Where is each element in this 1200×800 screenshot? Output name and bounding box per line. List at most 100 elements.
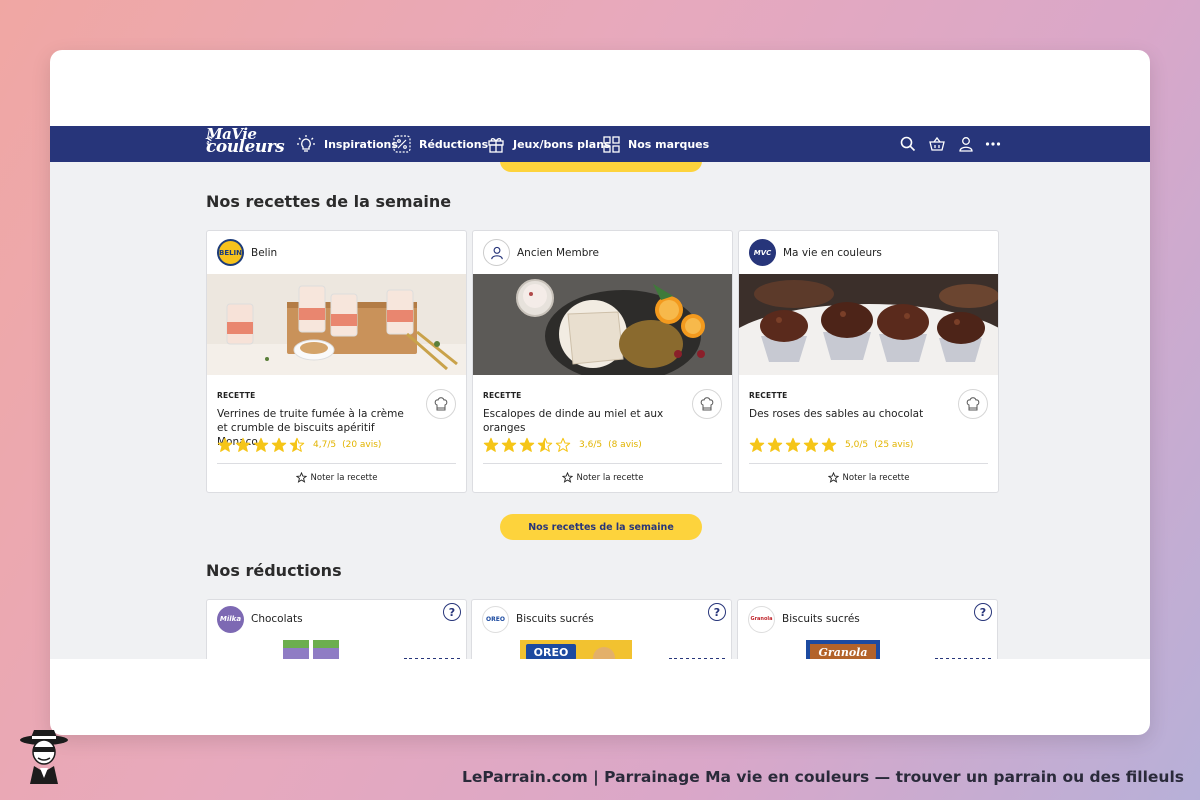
star-outline-icon bbox=[561, 472, 573, 483]
card-divider bbox=[483, 463, 722, 464]
help-icon[interactable]: ? bbox=[443, 603, 461, 621]
granola-product-image: Granola bbox=[806, 640, 880, 659]
discount-category: Biscuits sucrés bbox=[516, 613, 594, 625]
help-icon[interactable]: ? bbox=[708, 603, 726, 621]
discount-card[interactable]: Granola Biscuits sucrés ? Granola bbox=[737, 599, 998, 659]
rate-recipe-link[interactable]: Noter la recette bbox=[473, 472, 732, 483]
star-empty-icon bbox=[555, 437, 571, 452]
star-full-icon bbox=[767, 437, 783, 452]
discount-category: Chocolats bbox=[251, 613, 303, 625]
card-header: Granola Biscuits sucrés bbox=[738, 600, 997, 638]
star-full-icon bbox=[235, 437, 251, 452]
star-rating bbox=[483, 437, 573, 453]
star-full-icon bbox=[501, 437, 517, 452]
nav-jeux-label: Jeux/bons plans bbox=[513, 137, 611, 151]
card-divider bbox=[749, 463, 988, 464]
rating-count: (8 avis) bbox=[608, 440, 642, 450]
top-navbar: en MaVie couleurs Inspirations Réduction… bbox=[50, 126, 1150, 162]
rating-count: (25 avis) bbox=[874, 440, 914, 450]
user-icon[interactable] bbox=[958, 136, 974, 152]
card-body: RECETTE Verrines de truite fumée à la cr… bbox=[207, 375, 466, 483]
help-icon[interactable]: ? bbox=[974, 603, 992, 621]
card-divider bbox=[217, 463, 456, 464]
star-full-icon bbox=[271, 437, 287, 452]
discount-card[interactable]: OREO Biscuits sucrés ? OREO bbox=[471, 599, 732, 659]
rate-recipe-label: Noter la recette bbox=[310, 472, 378, 483]
recipe-card[interactable]: MVC Ma vie en couleurs RECETTE Des roses… bbox=[738, 230, 999, 493]
recipe-card[interactable]: BELIN Belin RECETTE Verrines de truite f… bbox=[206, 230, 467, 493]
rating-text: 3,6/5 (8 avis) bbox=[579, 440, 642, 450]
star-rating bbox=[749, 437, 839, 453]
leparrain-mascot-logo bbox=[20, 730, 68, 784]
rate-recipe-link[interactable]: Noter la recette bbox=[207, 472, 466, 483]
card-kind: RECETTE bbox=[749, 391, 788, 400]
milka-logo: Milka bbox=[217, 605, 244, 633]
star-full-icon bbox=[749, 437, 765, 452]
recipe-title[interactable]: Des roses des sables au chocolat bbox=[749, 407, 944, 421]
star-half-icon bbox=[537, 437, 553, 452]
nav-actions bbox=[900, 126, 1001, 162]
star-half-icon bbox=[289, 437, 305, 452]
star-full-icon bbox=[803, 437, 819, 452]
rating-score: 4,7/5 bbox=[313, 440, 337, 450]
card-author: Ancien Membre bbox=[517, 246, 599, 259]
star-full-icon bbox=[253, 437, 269, 452]
nav-reductions[interactable]: Réductions bbox=[393, 126, 488, 162]
rating-text: 4,7/5 (20 avis) bbox=[313, 440, 381, 450]
rating-count: (20 avis) bbox=[342, 440, 382, 450]
site-logo[interactable]: en MaVie couleurs bbox=[203, 126, 285, 162]
page-caption: LeParrain.com | Parrainage Ma vie en cou… bbox=[461, 768, 1184, 786]
card-kind: RECETTE bbox=[217, 391, 256, 400]
star-full-icon bbox=[217, 437, 233, 452]
star-full-icon bbox=[519, 437, 535, 452]
user-avatar-icon bbox=[483, 239, 510, 266]
star-full-icon bbox=[821, 437, 837, 452]
rating-score: 3,6/5 bbox=[579, 440, 603, 450]
oreo-pack-text: OREO bbox=[534, 646, 569, 659]
card-author: Ma vie en couleurs bbox=[783, 246, 882, 259]
main-content: Nos recettes de la semaine BELIN Belin R… bbox=[50, 162, 1150, 659]
mvc-logo: MVC bbox=[749, 239, 776, 266]
recipes-section-title: Nos recettes de la semaine bbox=[206, 192, 452, 211]
nav-marques-label: Nos marques bbox=[628, 137, 710, 151]
price-peek bbox=[404, 658, 460, 659]
card-author: Belin bbox=[251, 246, 278, 259]
basket-icon[interactable] bbox=[929, 136, 945, 152]
chef-hat-icon bbox=[692, 389, 722, 419]
rate-recipe-label: Noter la recette bbox=[576, 472, 644, 483]
search-icon[interactable] bbox=[900, 136, 916, 152]
rate-recipe-link[interactable]: Noter la recette bbox=[739, 472, 998, 483]
recipe-title[interactable]: Escalopes de dinde au miel et aux orange… bbox=[483, 407, 678, 435]
card-header: Milka Chocolats bbox=[207, 600, 466, 638]
granola-logo: Granola bbox=[748, 605, 775, 633]
browser-frame: en MaVie couleurs Inspirations Réduction… bbox=[50, 50, 1150, 735]
recipe-image-verrines[interactable] bbox=[207, 274, 466, 375]
belin-logo: BELIN bbox=[217, 239, 244, 266]
recipe-image-escalopes[interactable] bbox=[473, 274, 732, 375]
star-full-icon bbox=[785, 437, 801, 452]
discount-card[interactable]: Milka Chocolats ? bbox=[206, 599, 467, 659]
chef-hat-icon bbox=[958, 389, 988, 419]
nav-jeux[interactable]: Jeux/bons plans bbox=[487, 126, 611, 162]
rate-recipe-label: Noter la recette bbox=[842, 472, 910, 483]
card-header: BELIN Belin bbox=[207, 231, 466, 274]
weekly-recipes-button[interactable]: Nos recettes de la semaine bbox=[500, 514, 702, 540]
rating-row: 5,0/5 (25 avis) bbox=[749, 437, 913, 453]
nav-inspirations[interactable]: Inspirations bbox=[296, 126, 398, 162]
recipe-image-roses-des-sables[interactable] bbox=[739, 274, 998, 375]
recipe-card[interactable]: Ancien Membre RECETTE Escalopes de dinde… bbox=[472, 230, 733, 493]
nav-marques[interactable]: Nos marques bbox=[603, 126, 709, 162]
card-kind: RECETTE bbox=[483, 391, 522, 400]
more-icon[interactable] bbox=[985, 136, 1001, 152]
chef-hat-icon bbox=[426, 389, 456, 419]
discounts-section-title: Nos réductions bbox=[206, 561, 342, 580]
oreo-product-image: OREO bbox=[520, 640, 632, 659]
star-rating bbox=[217, 437, 307, 453]
star-outline-icon bbox=[827, 472, 839, 483]
star-outline-icon bbox=[295, 472, 307, 483]
rating-score: 5,0/5 bbox=[845, 440, 869, 450]
previous-section-button[interactable] bbox=[500, 162, 702, 172]
price-peek bbox=[935, 658, 991, 659]
grid-icon bbox=[603, 135, 620, 153]
milka-product-image bbox=[283, 640, 339, 659]
